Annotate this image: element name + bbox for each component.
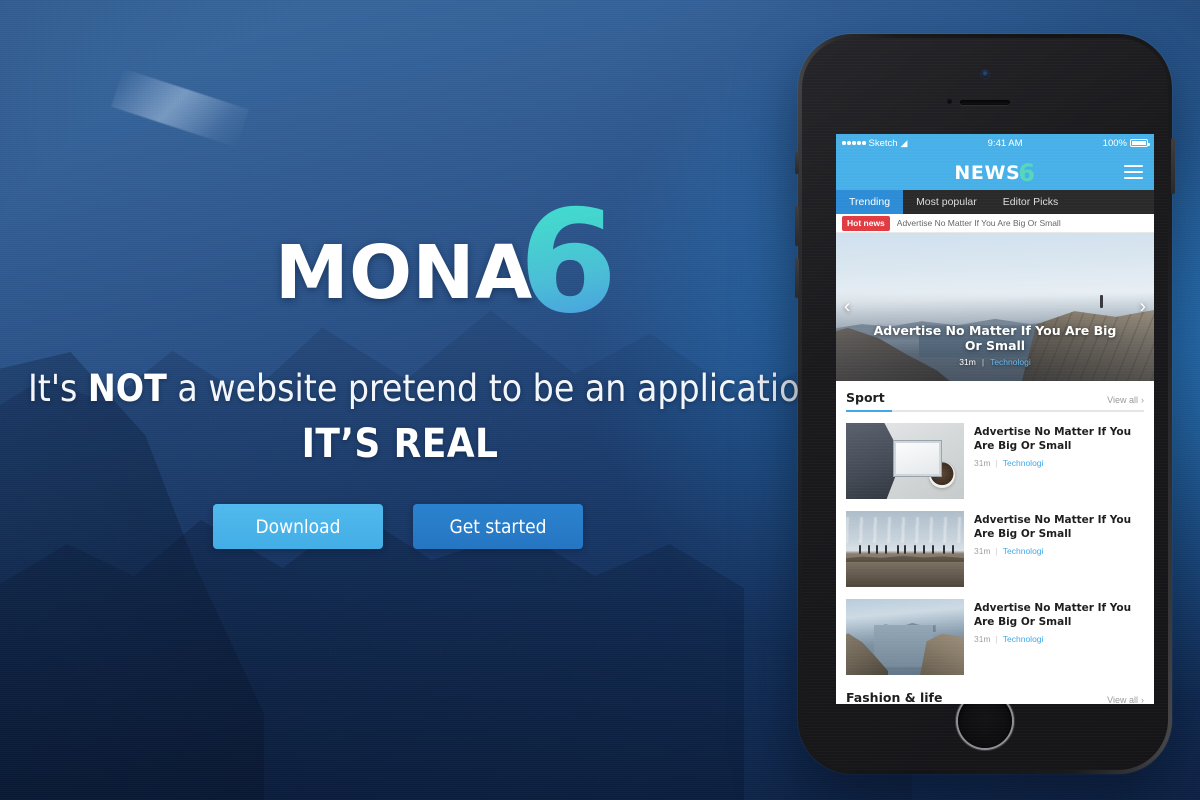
power-button[interactable]: [1171, 138, 1175, 194]
thumbnail-clouds: [846, 517, 964, 543]
phone-body: Sketch ◢ 9:41 AM 100% NEWS6 Trending Mos…: [802, 38, 1168, 770]
hero-category[interactable]: Technologi: [990, 357, 1031, 367]
hot-news-badge: Hot news: [842, 215, 890, 231]
app-brand-digit: 6: [1018, 159, 1036, 187]
app-header: NEWS6: [836, 152, 1154, 190]
phone-screen: Sketch ◢ 9:41 AM 100% NEWS6 Trending Mos…: [836, 134, 1154, 704]
hero-meta: 31m | Technologi: [864, 357, 1126, 367]
article-title: Advertise No Matter If You Are Big Or Sm…: [974, 426, 1132, 452]
section-title-sport: Sport: [846, 390, 885, 405]
cta-group: Download Get started: [213, 504, 583, 549]
earpiece-speaker: [960, 100, 1010, 105]
view-all-label: View all: [1107, 395, 1138, 405]
hero-content: MONA 6 It's NOT a website pretend to be …: [0, 0, 831, 800]
hot-news-ticker[interactable]: Hot news Advertise No Matter If You Are …: [836, 214, 1154, 233]
article-category[interactable]: Technologi: [1003, 546, 1044, 556]
article-title: Advertise No Matter If You Are Big Or Sm…: [974, 514, 1132, 540]
article-title: Advertise No Matter If You Are Big Or Sm…: [974, 602, 1132, 628]
tagline-line-1: It's NOT a website pretend to be an appl…: [28, 367, 831, 411]
tab-most-popular[interactable]: Most popular: [903, 190, 990, 214]
section-header: Fashion & life View all ›: [846, 681, 1144, 704]
list-item[interactable]: Advertise No Matter If You Are Big Or Sm…: [846, 593, 1144, 681]
volume-down-button[interactable]: [795, 258, 799, 298]
view-all-sport[interactable]: View all ›: [1107, 395, 1144, 405]
article-body: Advertise No Matter If You Are Big Or Sm…: [974, 599, 1144, 644]
chevron-right-icon: ›: [1141, 695, 1144, 704]
signal-strength-icon: [842, 141, 866, 145]
status-bar-right: 100%: [1102, 137, 1150, 149]
article-time: 31m: [974, 634, 991, 645]
hero-time: 31m: [959, 357, 976, 367]
article-time: 31m: [974, 546, 991, 557]
status-bar-time: 9:41 AM: [987, 137, 1023, 149]
article-body: Advertise No Matter If You Are Big Or Sm…: [974, 423, 1144, 468]
article-list: Advertise No Matter If You Are Big Or Sm…: [846, 412, 1144, 681]
chevron-left-icon[interactable]: ‹: [844, 298, 850, 317]
article-meta: 31m | Technologi: [974, 634, 1144, 644]
view-all-fashion[interactable]: View all ›: [1107, 695, 1144, 704]
hamburger-menu-icon[interactable]: [1124, 165, 1143, 179]
tagline: It's NOT a website pretend to be an appl…: [28, 367, 831, 467]
section-sport: Sport View all › Advertise No Matter If …: [836, 381, 1154, 681]
view-all-label: View all: [1107, 695, 1138, 704]
article-meta-separator: |: [995, 458, 998, 469]
tagline-suffix: a website pretend to be an application,: [166, 367, 832, 410]
get-started-button[interactable]: Get started: [413, 504, 583, 549]
status-bar: Sketch ◢ 9:41 AM 100%: [836, 134, 1154, 152]
app-brand-word: NEWS: [954, 162, 1021, 184]
brand-logo: MONA 6: [275, 192, 618, 334]
silent-switch[interactable]: [795, 152, 799, 174]
article-meta-separator: |: [995, 634, 998, 645]
article-meta-separator: |: [995, 546, 998, 557]
hot-news-headline: Advertise No Matter If You Are Big Or Sm…: [896, 218, 1061, 228]
article-thumbnail: [846, 423, 964, 499]
tagline-emphasis: NOT: [87, 367, 167, 410]
hero-caption: Advertise No Matter If You Are Big Or Sm…: [864, 323, 1126, 368]
article-category[interactable]: Technologi: [1003, 634, 1044, 644]
article-category[interactable]: Technologi: [1003, 458, 1044, 468]
tab-editor-picks[interactable]: Editor Picks: [990, 190, 1071, 214]
app-brand: NEWS6: [954, 157, 1036, 187]
chevron-right-icon: ›: [1141, 395, 1144, 405]
section-fashion-and-life: Fashion & life View all ›: [836, 681, 1154, 704]
status-bar-left: Sketch ◢: [842, 138, 907, 149]
hero-title: Advertise No Matter If You Are Big Or Sm…: [873, 322, 1117, 353]
section-title-fashion: Fashion & life: [846, 690, 943, 704]
battery-percent-label: 100%: [1102, 137, 1127, 149]
section-underline: [846, 410, 1144, 412]
chevron-right-icon[interactable]: ›: [1140, 298, 1146, 317]
tagline-prefix: It's: [28, 367, 88, 410]
thumbnail-people: [853, 543, 959, 554]
tagline-line-2: IT’S REAL: [301, 420, 499, 467]
battery-full-icon: [1129, 139, 1150, 147]
hero-carousel[interactable]: ‹ › Advertise No Matter If You Are Big O…: [836, 233, 1154, 381]
article-thumbnail: [846, 599, 964, 675]
article-thumbnail: [846, 511, 964, 587]
wifi-icon: ◢: [900, 137, 908, 148]
brand-logo-word: MONA: [275, 230, 533, 316]
thumbnail-screen-detail: [900, 444, 913, 453]
article-time: 31m: [974, 458, 991, 469]
thumbnail-coffee-cup: [928, 462, 955, 489]
brand-logo-digit: 6: [518, 180, 618, 345]
download-button[interactable]: Download: [213, 504, 383, 549]
tab-bar: Trending Most popular Editor Picks: [836, 190, 1154, 214]
tab-trending[interactable]: Trending: [836, 190, 904, 214]
proximity-sensor-icon: [947, 99, 952, 104]
hero-meta-separator: |: [981, 357, 985, 367]
list-item[interactable]: Advertise No Matter If You Are Big Or Sm…: [846, 505, 1144, 593]
carrier-label: Sketch: [868, 137, 898, 149]
volume-up-button[interactable]: [795, 206, 799, 246]
section-header: Sport View all ›: [846, 381, 1144, 405]
list-item[interactable]: Advertise No Matter If You Are Big Or Sm…: [846, 417, 1144, 505]
article-meta: 31m | Technologi: [974, 546, 1144, 556]
thumbnail-ridge: [846, 555, 964, 562]
phone-mockup: Sketch ◢ 9:41 AM 100% NEWS6 Trending Mos…: [795, 34, 1175, 774]
article-body: Advertise No Matter If You Are Big Or Sm…: [974, 511, 1144, 556]
article-meta: 31m | Technologi: [974, 458, 1144, 468]
front-camera-icon: [981, 70, 989, 78]
